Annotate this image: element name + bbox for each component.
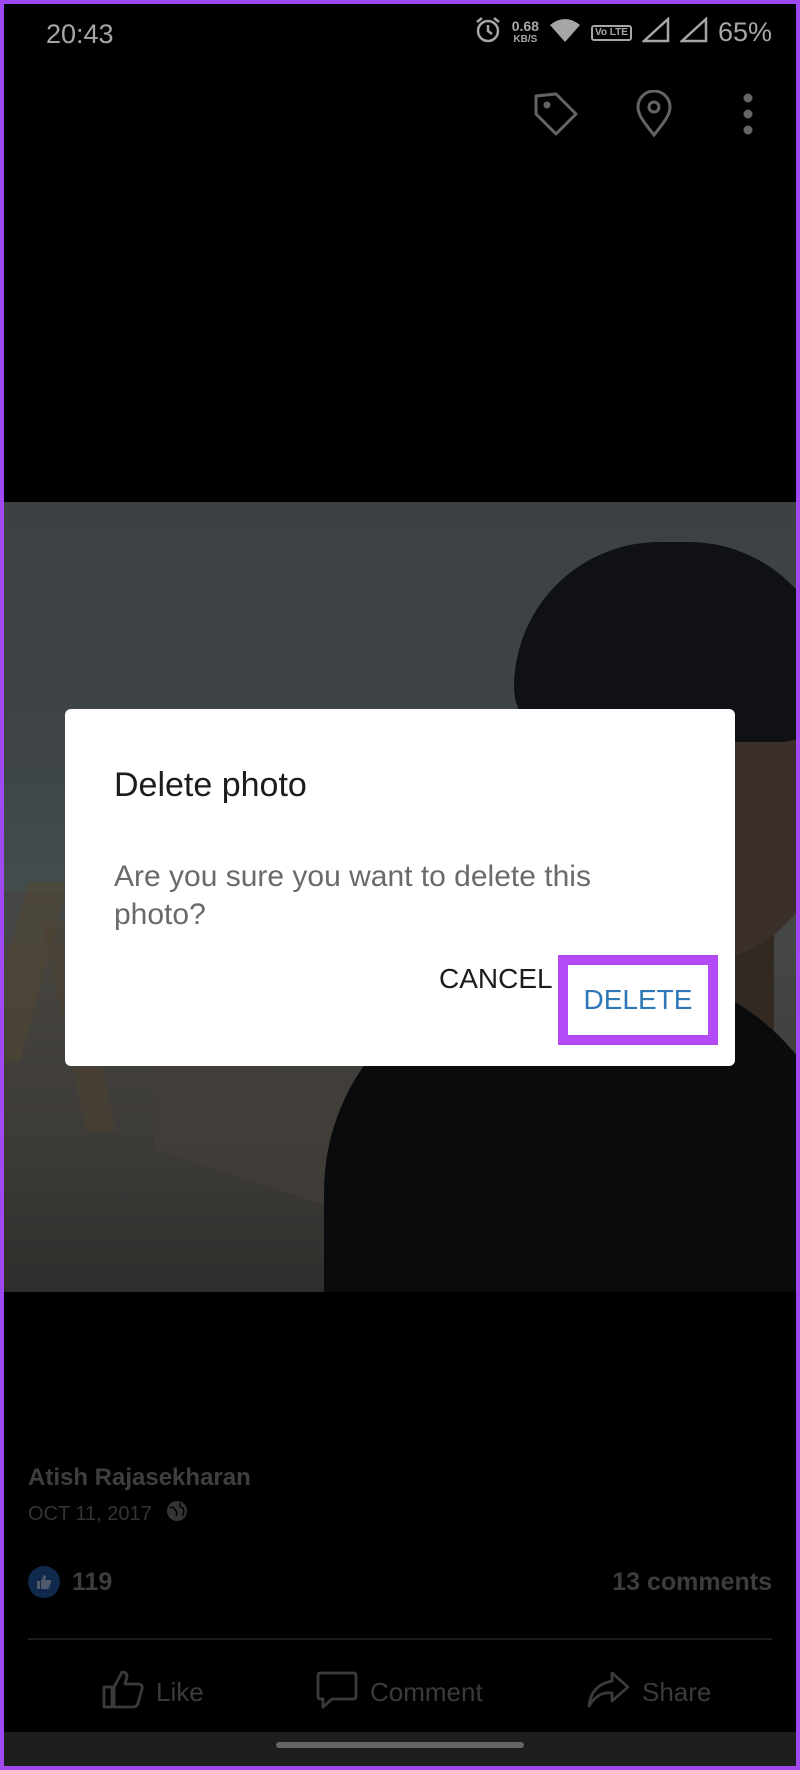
delete-photo-dialog: Delete photo Are you sure you want to de… [65, 709, 735, 1066]
delete-button[interactable]: DELETE [571, 967, 705, 1033]
dialog-title: Delete photo [114, 766, 307, 804]
screen: 20:43 0.68 KB/S Vo LTE 65% Atish Rajasek… [4, 4, 796, 1766]
dialog-message: Are you sure you want to delete this pho… [114, 860, 591, 931]
cancel-button[interactable]: CANCEL [423, 949, 569, 1009]
